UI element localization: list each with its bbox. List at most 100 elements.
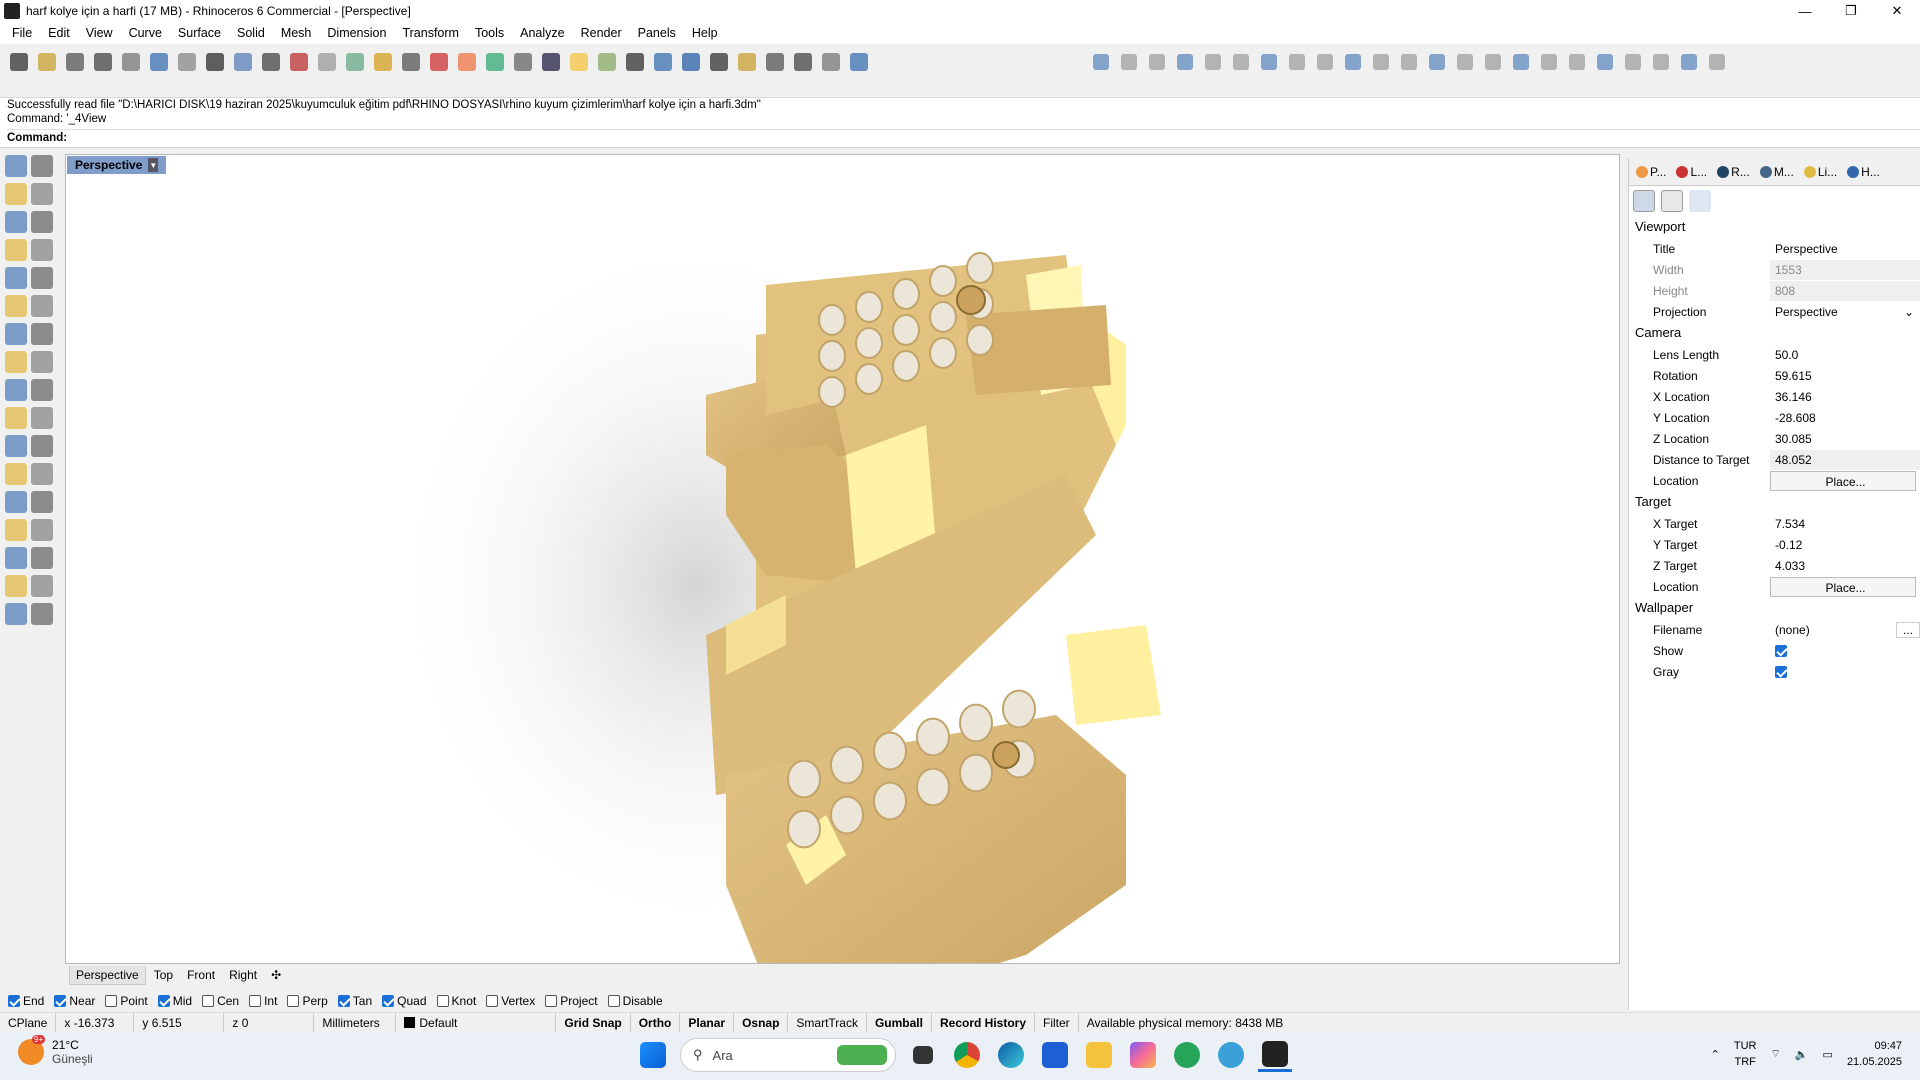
osnap-quad[interactable]: Quad [382,994,427,1008]
filename-field[interactable]: (none)... [1770,620,1920,640]
tab-properties[interactable]: P... [1633,165,1669,179]
browse-button[interactable]: ... [1895,621,1920,638]
help2-icon[interactable] [818,48,844,76]
transform-tool-17-icon[interactable] [1536,48,1562,76]
clock[interactable]: 09:47 21.05.2025 [1847,1038,1902,1070]
zoom-selected-icon[interactable] [370,48,396,76]
osnap-near[interactable]: Near [54,994,95,1008]
osnap-toggle[interactable]: Osnap [734,1012,789,1033]
osnap-vertex[interactable]: Vertex [486,994,535,1008]
transform-tool-2-icon[interactable] [1116,48,1142,76]
command-prompt[interactable]: Command: [7,129,1920,145]
copy-icon[interactable] [31,547,53,569]
minimize-icon[interactable]: — [1782,0,1828,22]
help3-icon[interactable] [846,48,872,76]
gumball-icon[interactable] [31,491,53,513]
tab-help[interactable]: H... [1844,165,1883,179]
menu-tools[interactable]: Tools [467,26,512,40]
transform-tool-16-icon[interactable] [1508,48,1534,76]
cylinder-icon[interactable] [5,351,27,373]
tab-render[interactable]: R... [1714,165,1753,179]
array-icon[interactable] [5,491,27,513]
polygon-icon[interactable] [5,239,27,261]
menu-dimension[interactable]: Dimension [319,26,394,40]
show-checkbox[interactable] [1770,641,1920,661]
render-icon[interactable] [5,575,27,597]
paint-icon[interactable] [5,519,27,541]
curve-icon[interactable] [5,183,27,205]
transform-tool-14-icon[interactable] [1452,48,1478,76]
zoom-icon[interactable] [286,48,312,76]
tab-right[interactable]: Right [223,966,263,984]
camera-icon[interactable] [1633,190,1655,212]
transform-tool-8-icon[interactable] [1284,48,1310,76]
color-wheel-icon[interactable] [622,48,648,76]
edge-app[interactable] [994,1038,1028,1072]
menu-curve[interactable]: Curve [121,26,170,40]
display-settings-icon[interactable] [1689,190,1711,212]
move-icon[interactable] [31,407,53,429]
options-icon[interactable] [762,48,788,76]
menu-panels[interactable]: Panels [630,26,684,40]
car-icon[interactable] [454,48,480,76]
gumball-icon[interactable] [734,48,760,76]
chrome-app[interactable] [950,1038,984,1072]
mesh-icon[interactable] [5,379,27,401]
record-history-toggle[interactable]: Record History [932,1012,1036,1033]
point-icon[interactable] [31,155,53,177]
tab-front[interactable]: Front [181,966,221,984]
menu-view[interactable]: View [78,26,121,40]
transform-tool-6-icon[interactable] [1228,48,1254,76]
settings-app[interactable] [1214,1038,1248,1072]
prop-distance-value[interactable]: 48.052 [1770,449,1920,470]
new-icon[interactable] [6,48,32,76]
zoom-window-icon[interactable] [314,48,340,76]
grid-snap-toggle[interactable]: Grid Snap [556,1012,631,1033]
zoom-extents-icon[interactable] [342,48,368,76]
units-label[interactable]: Millimeters [314,1012,397,1033]
group-icon[interactable] [5,547,27,569]
taskbar-search[interactable]: ⚲ Ara [680,1038,896,1072]
transform-tool-7-icon[interactable] [1256,48,1282,76]
tab-perspective[interactable]: Perspective [69,965,146,985]
fillet-icon[interactable] [31,267,53,289]
select-icon[interactable] [5,155,27,177]
prop-ytarget-value[interactable]: -0.12 [1770,535,1920,555]
battery-icon[interactable]: ▭ [1823,1048,1833,1061]
arc-icon[interactable] [31,211,53,233]
transform-icon[interactable] [5,407,27,429]
osnap-end[interactable]: End [8,994,44,1008]
surface-icon[interactable] [5,295,27,317]
osnap-cen[interactable]: Cen [202,994,239,1008]
redo-view-icon[interactable] [398,48,424,76]
maximize-icon[interactable]: ❐ [1828,0,1874,22]
store-app[interactable] [1038,1038,1072,1072]
projection-select[interactable]: Perspective ⌄ [1770,302,1920,322]
viewport-title[interactable]: Perspective ▼ [67,156,167,174]
lock-icon[interactable] [566,48,592,76]
copilot-app[interactable] [1126,1038,1160,1072]
shaded-icon[interactable] [650,48,676,76]
loft-icon[interactable] [31,295,53,317]
transform-tool-15-icon[interactable] [1480,48,1506,76]
polyline-icon[interactable] [31,183,53,205]
add-view-icon[interactable]: ✣ [265,966,287,984]
transform-tool-10-icon[interactable] [1340,48,1366,76]
prop-yloc-value[interactable]: -28.608 [1770,408,1920,428]
box-icon[interactable] [5,323,27,345]
undo-icon[interactable] [202,48,228,76]
transform-tool-4-icon[interactable] [1172,48,1198,76]
help-icon[interactable] [790,48,816,76]
close-icon[interactable]: ✕ [1874,0,1920,22]
sphere-icon[interactable] [31,323,53,345]
perspective-viewport[interactable]: Perspective ▼ [65,154,1620,964]
ortho-toggle[interactable]: Ortho [631,1012,681,1033]
rhino-app[interactable] [1258,1038,1292,1072]
transform-tool-12-icon[interactable] [1396,48,1422,76]
light-icon[interactable] [31,575,53,597]
menu-solid[interactable]: Solid [229,26,273,40]
menu-analyze[interactable]: Analyze [512,26,572,40]
rectangle-icon[interactable] [31,239,53,261]
ellipse-icon[interactable] [5,267,27,289]
gumball-toggle[interactable]: Gumball [867,1012,932,1033]
